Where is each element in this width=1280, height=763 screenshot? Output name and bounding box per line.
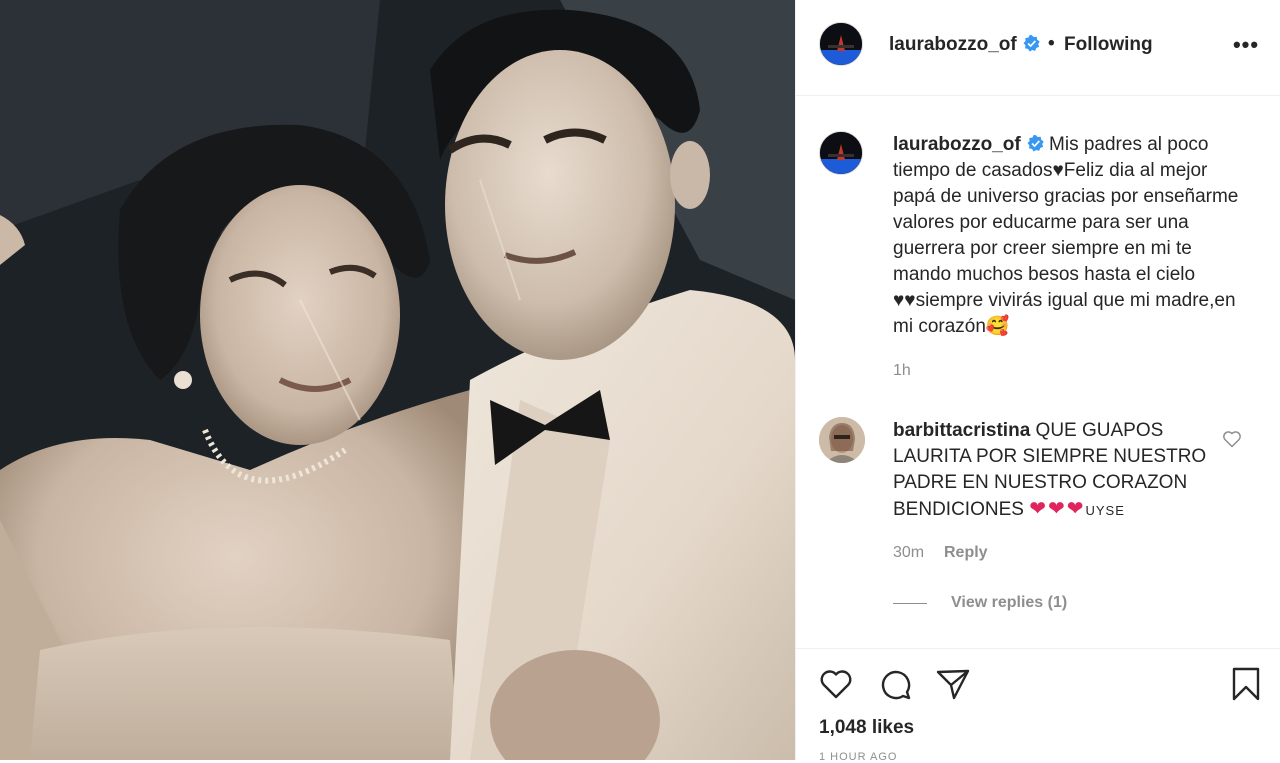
bookmark-icon[interactable] — [1228, 666, 1264, 702]
post-caption: laurabozzo_of Mis padres al poco tiempo … — [893, 132, 1243, 340]
commenter-avatar[interactable] — [819, 417, 865, 463]
instagram-post-window: laurabozzo_of • Following ••• laurabozzo… — [0, 0, 1280, 763]
reply-button[interactable]: Reply — [944, 544, 988, 562]
vintage-couple-photo — [0, 0, 795, 760]
comment-body: barbittacristina QUE GUAPOS LAURITA POR … — [893, 418, 1213, 524]
caption-text: Mis padres al poco tiempo de casados♥Fel… — [893, 134, 1239, 337]
comment-timestamp[interactable]: 30m — [893, 544, 924, 562]
post-header: laurabozzo_of • Following ••• — [796, 0, 1280, 96]
heart-icon[interactable] — [818, 666, 854, 702]
comment-suffix: UYSE — [1085, 503, 1125, 518]
more-options-icon[interactable]: ••• — [1228, 32, 1264, 60]
post-author-name-text[interactable]: laurabozzo_of — [889, 34, 1017, 55]
comment-bubble-icon[interactable] — [877, 666, 913, 702]
commenter-avatar-image — [819, 417, 865, 463]
comment-like-heart-icon[interactable] — [1222, 429, 1242, 449]
post-author-username[interactable]: laurabozzo_of — [889, 34, 1040, 56]
caption-username[interactable]: laurabozzo_of — [893, 134, 1021, 155]
verified-badge-icon — [1027, 135, 1044, 152]
following-button[interactable]: Following — [1064, 34, 1153, 56]
avatar-image — [820, 23, 862, 65]
view-replies-line — [893, 603, 927, 604]
commenter-username[interactable]: barbittacristina — [893, 420, 1030, 441]
actions-divider — [796, 648, 1280, 649]
post-side-panel: laurabozzo_of • Following ••• laurabozzo… — [795, 0, 1280, 763]
view-replies-button[interactable]: View replies (1) — [951, 594, 1067, 612]
paper-plane-icon[interactable] — [935, 666, 971, 702]
post-photo[interactable] — [0, 0, 795, 760]
verified-badge-icon — [1023, 35, 1040, 52]
post-time-ago: 1 HOUR AGO — [819, 751, 898, 763]
caption-author-avatar[interactable] — [819, 131, 863, 175]
profile-avatar[interactable] — [819, 22, 863, 66]
comment-hearts: ❤❤❤ — [1029, 498, 1086, 520]
avatar-image — [820, 132, 862, 174]
header-separator-dot: • — [1048, 33, 1055, 54]
likes-count[interactable]: 1,048 likes — [819, 717, 914, 739]
caption-timestamp[interactable]: 1h — [893, 362, 911, 380]
